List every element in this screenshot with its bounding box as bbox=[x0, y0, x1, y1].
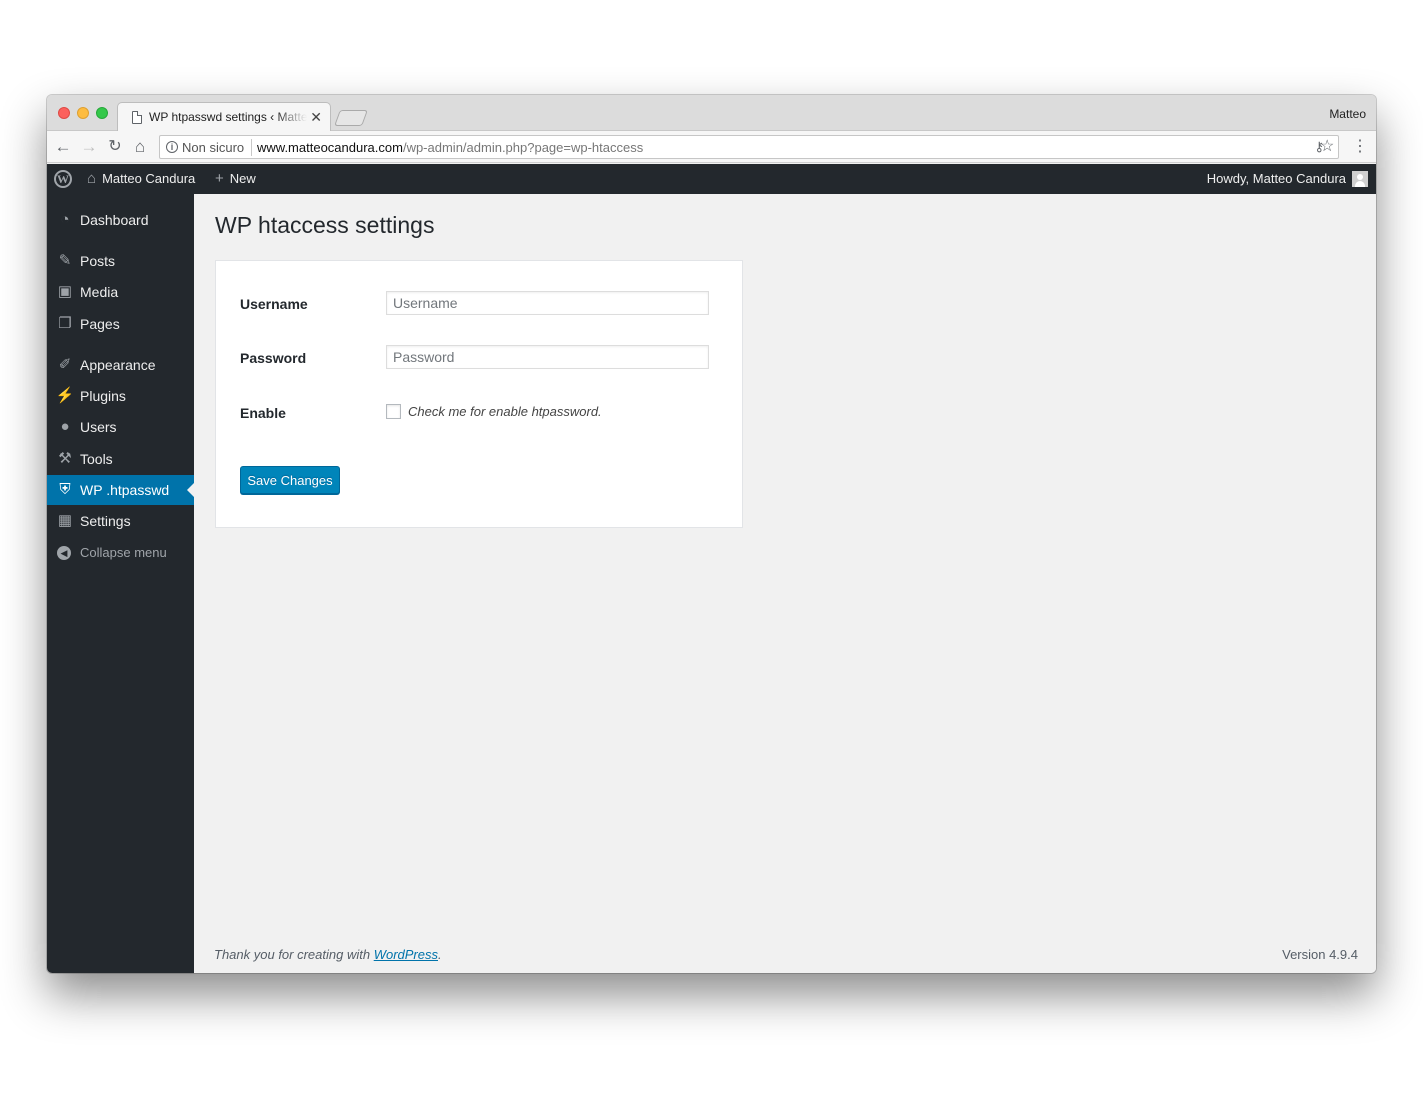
sidebar-item-label: Appearance bbox=[80, 357, 156, 373]
forward-arrow-icon[interactable]: → bbox=[78, 136, 100, 158]
browser-toolbar: ← → ↻ ⌂ i Non sicuro www.matteocandura.c… bbox=[47, 131, 1376, 163]
wordpress-logo-icon[interactable]: W bbox=[54, 170, 72, 188]
sidebar-item-label: Posts bbox=[80, 253, 116, 269]
profile-name[interactable]: Matteo bbox=[1329, 107, 1366, 121]
sidebar-item-label: Dashboard bbox=[80, 212, 149, 228]
sidebar-item-posts[interactable]: ✎ Posts bbox=[47, 246, 194, 276]
wordpress-link[interactable]: WordPress bbox=[374, 947, 438, 962]
sidebar-item-media[interactable]: ▣ Media bbox=[47, 277, 194, 307]
footer-thanks-suffix: . bbox=[438, 947, 442, 962]
user-icon: ● bbox=[60, 418, 70, 435]
browser-tab[interactable]: WP htpasswd settings ‹ Matteo Candura ✕ bbox=[117, 102, 331, 132]
home-icon[interactable]: ⌂ bbox=[129, 136, 151, 158]
document-icon bbox=[132, 111, 142, 124]
wp-admin-bar: W ⌂ Matteo Candura + New Howdy, Matteo Can… bbox=[47, 164, 1376, 194]
back-arrow-icon[interactable]: ← bbox=[52, 136, 74, 158]
enable-description: Check me for enable htpassword. bbox=[408, 404, 602, 419]
sidebar-item-label: Users bbox=[80, 419, 117, 435]
sidebar-item-users[interactable]: ● Users bbox=[47, 412, 194, 442]
wrench-icon: ⚒ bbox=[58, 450, 72, 467]
sidebar-item-appearance[interactable]: ✐ Appearance bbox=[47, 350, 194, 380]
close-tab-icon[interactable]: ✕ bbox=[310, 109, 322, 125]
new-tab-button[interactable] bbox=[334, 110, 368, 126]
reload-icon[interactable]: ↻ bbox=[104, 136, 126, 158]
username-field[interactable] bbox=[386, 291, 709, 315]
sidebar-item-label: WP .htpasswd bbox=[80, 482, 170, 498]
home-icon: ⌂ bbox=[87, 170, 97, 187]
collapse-menu-button[interactable]: ◀ Collapse menu bbox=[47, 538, 194, 568]
sidebar-item-tools[interactable]: ⚒ Tools bbox=[47, 444, 194, 474]
address-divider bbox=[251, 139, 252, 156]
tab-strip: WP htpasswd settings ‹ Matteo Candura ✕ … bbox=[47, 95, 1376, 132]
sidebar-item-label: Media bbox=[80, 284, 119, 300]
media-icon: ▣ bbox=[57, 283, 73, 300]
avatar[interactable] bbox=[1352, 171, 1368, 187]
info-icon[interactable]: i bbox=[166, 141, 178, 153]
collapse-menu-label: Collapse menu bbox=[80, 545, 167, 560]
collapse-arrow-icon: ◀ bbox=[57, 546, 71, 560]
sidebar-item-label: Tools bbox=[80, 451, 113, 467]
browser-window: WP htpasswd settings ‹ Matteo Candura ✕ … bbox=[47, 95, 1376, 973]
sidebar-item-label: Plugins bbox=[80, 388, 126, 404]
close-window-button[interactable] bbox=[58, 107, 70, 119]
enable-label: Enable bbox=[240, 405, 286, 421]
shield-icon: ⛨ bbox=[59, 481, 71, 498]
brush-icon: ✐ bbox=[58, 356, 72, 373]
password-field[interactable] bbox=[386, 345, 709, 369]
minimize-window-button[interactable] bbox=[77, 107, 89, 119]
address-bar[interactable]: i Non sicuro www.matteocandura.com/wp-ad… bbox=[159, 135, 1339, 159]
site-name-link[interactable]: ⌂ Matteo Candura bbox=[87, 164, 195, 194]
tab-title: WP htpasswd settings ‹ Matteo Candura bbox=[149, 110, 307, 124]
new-content-link[interactable]: + New bbox=[215, 164, 256, 194]
sidebar-item-pages[interactable]: ❐ Pages bbox=[47, 309, 194, 339]
sidebar-item-label: Pages bbox=[80, 316, 120, 332]
dashboard-icon: ◔ bbox=[60, 211, 70, 228]
maximize-window-button[interactable] bbox=[96, 107, 108, 119]
bookmark-star-icon[interactable]: ☆ bbox=[1320, 137, 1334, 157]
sidebar-item-label: Settings bbox=[80, 513, 131, 529]
site-name: Matteo Candura bbox=[102, 171, 196, 186]
pin-icon: ✎ bbox=[58, 252, 72, 269]
sidebar-item-wp-htpasswd[interactable]: ⛨ WP .htpasswd bbox=[47, 475, 194, 505]
url-host: www.matteocandura.com bbox=[257, 140, 403, 155]
sidebar-item-dashboard[interactable]: ◔ Dashboard bbox=[47, 205, 194, 235]
sidebar-item-plugins[interactable]: ⚡ Plugins bbox=[47, 381, 194, 411]
main-content: WP htaccess settings Username Password E… bbox=[194, 194, 1376, 973]
settings-icon: ▦ bbox=[57, 512, 73, 529]
password-label: Password bbox=[240, 350, 307, 366]
new-label: New bbox=[229, 171, 256, 186]
pages-icon: ❐ bbox=[58, 315, 72, 332]
admin-sidebar: ◔ Dashboard ✎ Posts ▣ Media ❐ Pages ✐ Ap… bbox=[47, 194, 194, 973]
security-label[interactable]: Non sicuro bbox=[182, 140, 244, 155]
version-text: Version 4.9.4 bbox=[1282, 947, 1358, 962]
settings-form-card: Username Password Enable Check me for en… bbox=[215, 260, 743, 528]
enable-checkbox[interactable] bbox=[386, 404, 401, 419]
url-text[interactable]: www.matteocandura.com/wp-admin/admin.php… bbox=[257, 140, 643, 155]
more-menu-icon[interactable]: ⋮ bbox=[1352, 138, 1368, 156]
footer-thanks-prefix: Thank you for creating with bbox=[214, 947, 374, 962]
save-changes-button[interactable]: Save Changes bbox=[240, 466, 340, 494]
page-title: WP htaccess settings bbox=[215, 212, 435, 238]
sidebar-item-settings[interactable]: ▦ Settings bbox=[47, 506, 194, 536]
account-menu[interactable]: Howdy, Matteo Candura bbox=[1207, 164, 1346, 194]
plug-icon: ⚡ bbox=[55, 387, 75, 404]
footer-thanks: Thank you for creating with WordPress. bbox=[214, 947, 442, 962]
url-path: /wp-admin/admin.php?page=wp-htaccess bbox=[402, 140, 644, 155]
username-label: Username bbox=[240, 296, 308, 312]
plus-icon: + bbox=[215, 170, 224, 187]
